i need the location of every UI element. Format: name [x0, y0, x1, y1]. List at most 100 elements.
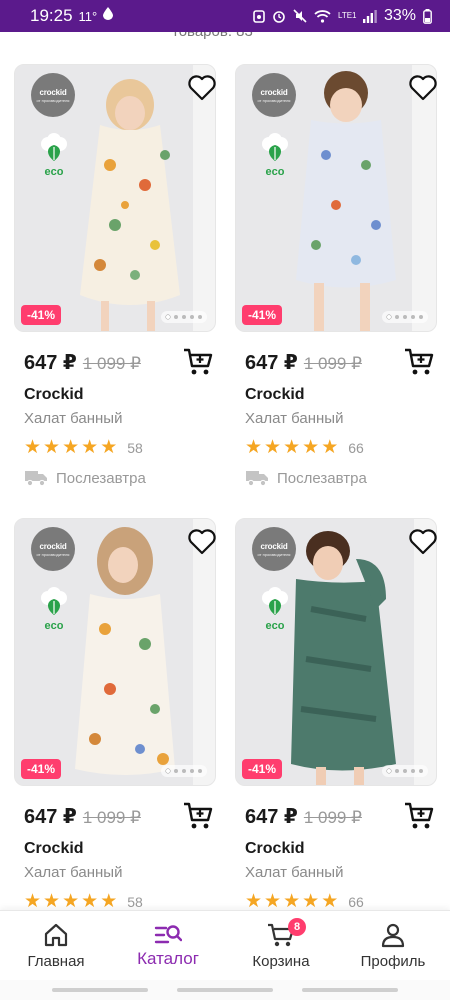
- cotton-leaf-icon: [41, 587, 67, 615]
- star-icon: ★: [245, 437, 263, 458]
- product-brand: Crockid: [245, 840, 305, 857]
- badge-brand: crockid: [260, 541, 288, 551]
- eco-label: eco: [265, 166, 285, 178]
- home-icon: [44, 923, 68, 947]
- add-to-cart-icon[interactable]: [403, 800, 435, 832]
- price: 647 ₽: [24, 806, 77, 828]
- badge-brand: crockid: [39, 87, 67, 97]
- battery-icon: [423, 8, 432, 24]
- star-icon: ★: [24, 437, 42, 458]
- price: 647 ₽: [24, 352, 77, 374]
- image-pager-dots[interactable]: [382, 765, 428, 777]
- nav-profile[interactable]: Профиль: [338, 921, 448, 970]
- nav-catalog-label: Каталог: [137, 949, 199, 968]
- price-row: 647 ₽ 1 099 ₽: [245, 802, 435, 834]
- price-row: 647 ₽ 1 099 ₽: [24, 348, 214, 380]
- star-icon: ★: [321, 891, 339, 912]
- catalog-count-strip: товаров: 83: [0, 32, 450, 54]
- cart-count-badge: 8: [288, 918, 306, 936]
- favorite-heart-icon[interactable]: [408, 528, 438, 556]
- catalog-count: товаров: 83: [172, 32, 253, 40]
- gesture-pill[interactable]: [302, 988, 398, 992]
- rating-stars: ★ ★ ★ ★ ★ 58: [24, 892, 143, 911]
- delivery-text: Послезавтра: [56, 469, 146, 487]
- brand-logo-badge: crockid от производителя: [31, 73, 75, 117]
- discount-badge: -41%: [21, 305, 62, 325]
- star-icon: ★: [43, 891, 61, 912]
- favorite-heart-icon[interactable]: [408, 74, 438, 102]
- status-bar: 19:25 11° LTE1 33%: [0, 0, 450, 32]
- product-name: Халат банный: [24, 410, 123, 427]
- product-brand: Crockid: [245, 386, 305, 403]
- price: 647 ₽: [245, 352, 298, 374]
- gesture-pill[interactable]: [52, 988, 148, 992]
- old-price: 1 099 ₽: [303, 354, 362, 373]
- gesture-pill[interactable]: [177, 988, 273, 992]
- price-row: 647 ₽ 1 099 ₽: [245, 348, 435, 380]
- product-card[interactable]: crockid от производителя eco -41% 647 ₽ …: [14, 64, 216, 504]
- nav-catalog[interactable]: Каталог: [113, 921, 223, 969]
- badge-brand: crockid: [260, 87, 288, 97]
- nav-cart-label: Корзина: [252, 953, 310, 970]
- star-icon: ★: [24, 891, 42, 912]
- rating-stars: ★ ★ ★ ★ ★ 66: [245, 892, 364, 911]
- star-icon: ★: [62, 437, 80, 458]
- review-count: 66: [348, 439, 364, 456]
- rating-stars: ★ ★ ★ ★ ★ 66: [245, 438, 364, 457]
- star-icon: ★: [100, 437, 118, 458]
- old-price: 1 099 ₽: [303, 808, 362, 827]
- discount-badge: -41%: [21, 759, 62, 779]
- battery-percent: 33%: [383, 7, 416, 24]
- alarm-icon: [272, 9, 286, 23]
- product-image[interactable]: crockid от производителя eco -41%: [14, 64, 216, 332]
- wifi-icon: [314, 9, 331, 23]
- mute-icon: [293, 9, 307, 23]
- product-card[interactable]: crockid от производителя eco -41% 647 ₽ …: [14, 518, 217, 911]
- eco-label: eco: [44, 620, 64, 632]
- product-image[interactable]: crockid от производителя eco -41%: [14, 518, 216, 786]
- badge-sub: от производителя: [36, 97, 70, 103]
- product-card[interactable]: crockid от производителя eco -41% 647 ₽ …: [235, 518, 438, 911]
- add-to-cart-icon[interactable]: [182, 800, 214, 832]
- nav-home-label: Главная: [27, 953, 85, 970]
- star-icon: ★: [302, 891, 320, 912]
- add-to-cart-icon[interactable]: [182, 346, 214, 378]
- product-name: Халат банный: [245, 410, 344, 427]
- delivery-truck-icon: [25, 471, 47, 487]
- brand-logo-badge: crockid от производителя: [252, 73, 296, 117]
- image-pager-dots[interactable]: [161, 311, 207, 323]
- product-image[interactable]: crockid от производителя eco -41%: [235, 518, 437, 786]
- network-label: LTE1: [337, 11, 357, 20]
- delivery-info: Послезавтра: [245, 469, 367, 487]
- product-brand: Crockid: [24, 386, 84, 403]
- add-to-cart-icon[interactable]: [403, 346, 435, 378]
- product-card[interactable]: crockid от производителя eco -41% 647 ₽ …: [235, 64, 437, 504]
- star-icon: ★: [81, 891, 99, 912]
- star-icon: ★: [264, 437, 282, 458]
- nav-cart[interactable]: 8 Корзина: [226, 918, 336, 970]
- eco-label: eco: [44, 166, 64, 178]
- status-time: 19:25: [30, 6, 73, 25]
- star-icon: ★: [81, 437, 99, 458]
- delivery-info: Послезавтра: [24, 469, 146, 487]
- old-price: 1 099 ₽: [82, 354, 141, 373]
- star-icon: ★: [283, 437, 301, 458]
- review-count: 58: [127, 439, 143, 456]
- favorite-heart-icon[interactable]: [187, 528, 217, 556]
- badge-sub: от производителя: [36, 551, 70, 557]
- image-pager-dots[interactable]: [382, 311, 428, 323]
- cotton-leaf-icon: [262, 133, 288, 161]
- image-pager-dots[interactable]: [161, 765, 207, 777]
- product-image[interactable]: crockid от производителя eco -41%: [235, 64, 437, 332]
- nav-home[interactable]: Главная: [1, 921, 111, 970]
- status-temperature: 11°: [78, 8, 98, 24]
- favorite-heart-icon[interactable]: [187, 74, 217, 102]
- delivery-text: Послезавтра: [277, 469, 367, 487]
- eco-badge: eco: [260, 133, 290, 178]
- system-gesture-bar: [0, 980, 450, 1000]
- star-icon: ★: [302, 437, 320, 458]
- star-icon: ★: [264, 891, 282, 912]
- product-name: Халат банный: [245, 864, 344, 881]
- eco-label: eco: [265, 620, 285, 632]
- water-drop-icon: [103, 7, 114, 25]
